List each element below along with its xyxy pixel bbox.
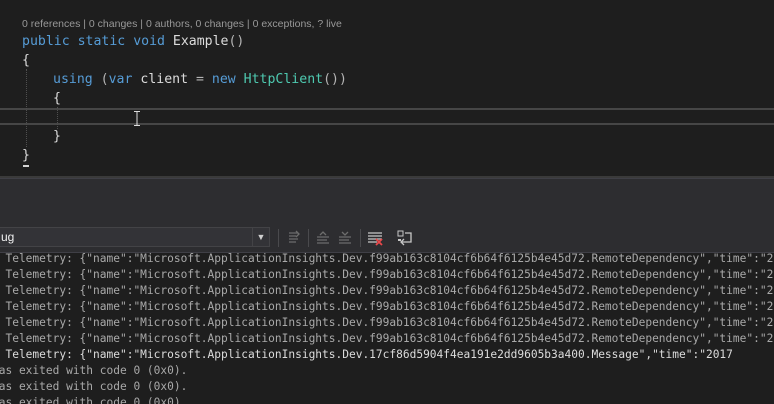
- keyword-public: public: [22, 34, 70, 49]
- output-line: has exited with code 0 (0x0).: [0, 380, 188, 393]
- output-toolbar: ug ▼: [0, 226, 774, 253]
- keyword-using: using: [53, 72, 93, 87]
- output-source-dropdown[interactable]: ug ▼: [0, 227, 270, 247]
- method-name: Example: [172, 34, 229, 49]
- codelens-info[interactable]: 0 references | 0 changes | 0 authors, 0 …: [22, 18, 342, 30]
- output-line: s Telemetry: {"name":"Microsoft.Applicat…: [0, 332, 774, 345]
- output-text-area[interactable]: s Telemetry: {"name":"Microsoft.Applicat…: [0, 253, 774, 404]
- output-line: s Telemetry: {"name":"Microsoft.Applicat…: [0, 300, 774, 313]
- output-line: s Telemetry: {"name":"Microsoft.Applicat…: [0, 348, 733, 361]
- type-httpclient: HttpClient: [243, 72, 324, 87]
- code-line-close-brace[interactable]: }: [22, 146, 30, 165]
- toggle-word-wrap-icon[interactable]: [395, 228, 415, 248]
- brace-match-underline: [23, 165, 29, 167]
- code-line-using[interactable]: using (var client = new HttpClient()): [53, 70, 347, 89]
- keyword-static: static: [77, 34, 126, 49]
- output-line: s Telemetry: {"name":"Microsoft.Applicat…: [0, 268, 774, 281]
- find-message-down-icon[interactable]: [335, 228, 355, 248]
- code-line-inner-close-brace[interactable]: }: [53, 127, 61, 146]
- indent-guide-inner: [57, 107, 58, 129]
- code-line-inner-open-brace[interactable]: {: [53, 89, 61, 108]
- current-line-highlight: [0, 108, 774, 125]
- variable-client: client: [140, 72, 189, 87]
- output-title-bar: [0, 193, 774, 226]
- output-line: has exited with code 0 (0x0).: [0, 396, 188, 404]
- clear-all-icon[interactable]: [365, 228, 385, 248]
- code-editor[interactable]: 0 references | 0 changes | 0 authors, 0 …: [0, 0, 774, 178]
- panel-splitter[interactable]: [0, 178, 774, 194]
- find-message-up-icon[interactable]: [313, 228, 333, 248]
- output-line: s Telemetry: {"name":"Microsoft.Applicat…: [0, 284, 774, 297]
- using-open-paren: (: [100, 72, 109, 87]
- code-line-open-brace[interactable]: {: [22, 51, 30, 70]
- keyword-void: void: [133, 34, 165, 49]
- toolbar-separator: [308, 229, 309, 247]
- keyword-new: new: [211, 72, 236, 87]
- toolbar-separator: [360, 229, 361, 247]
- output-line: s Telemetry: {"name":"Microsoft.Applicat…: [0, 316, 774, 329]
- output-line: s Telemetry: {"name":"Microsoft.Applicat…: [0, 253, 774, 265]
- code-line-method-signature[interactable]: public static void Example(): [22, 32, 244, 51]
- output-line: has exited with code 0 (0x0).: [0, 364, 188, 377]
- output-source-value: ug: [1, 230, 15, 244]
- keyword-var: var: [108, 72, 133, 87]
- output-window: ug ▼ s Telemetry: {"name":"Microsoft.App…: [0, 193, 774, 404]
- toolbar-separator: [278, 229, 279, 247]
- go-to-previous-message-icon[interactable]: [284, 228, 304, 248]
- assign-operator: =: [195, 72, 204, 87]
- method-parens: (): [228, 34, 245, 49]
- indent-guide-outer: [26, 69, 27, 147]
- dropdown-arrow-icon[interactable]: ▼: [252, 228, 269, 246]
- ibeam-cursor-icon: [133, 111, 141, 126]
- using-close-parens: ()): [323, 72, 347, 87]
